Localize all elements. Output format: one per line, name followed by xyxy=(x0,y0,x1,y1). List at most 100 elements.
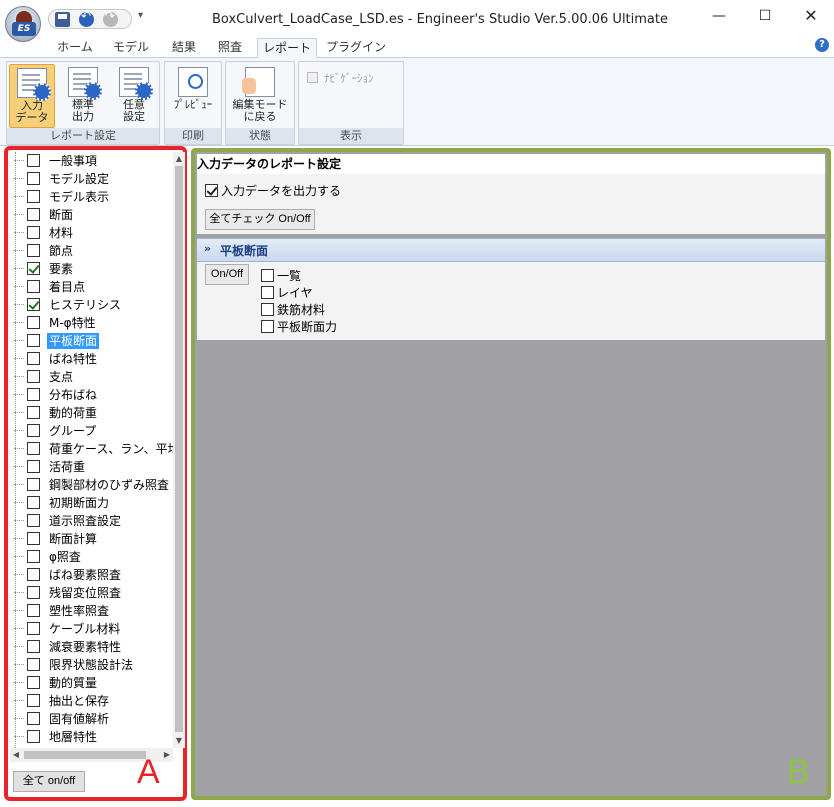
tree-item[interactable]: 分布ばね xyxy=(10,386,173,404)
tree-item-checkbox[interactable] xyxy=(27,208,40,221)
tree-item[interactable]: 残留変位照査 xyxy=(10,584,173,602)
collapse-chevron-icon[interactable]: » xyxy=(204,242,211,255)
scroll-right-icon[interactable]: ▶ xyxy=(161,748,173,762)
tree-item-label[interactable]: 固有値解析 xyxy=(47,711,111,727)
tree-item-checkbox[interactable] xyxy=(27,460,40,473)
tree-item[interactable]: 動的質量 xyxy=(10,674,173,692)
option-plate-force-box[interactable] xyxy=(261,320,274,333)
tree-item[interactable]: 初期断面力 xyxy=(10,494,173,512)
tree-item-label[interactable]: グループ xyxy=(47,423,98,439)
option-list-checkbox[interactable]: 一覧 xyxy=(261,268,301,284)
tree-item-label[interactable]: 平板断面 xyxy=(47,333,100,349)
tree-item[interactable]: 抽出と保存 xyxy=(10,692,173,710)
tree-item[interactable]: ヒステリシス xyxy=(10,296,173,314)
scroll-down-icon[interactable]: ▼ xyxy=(173,734,185,748)
maximize-button[interactable]: ☐ xyxy=(742,4,788,30)
tree-vertical-scrollbar[interactable]: ▲ ▼ xyxy=(173,152,185,748)
tree-item[interactable]: 断面計算 xyxy=(10,530,173,548)
option-rebar-material-checkbox[interactable]: 鉄筋材料 xyxy=(261,302,325,318)
tab-model[interactable]: モデル xyxy=(106,38,156,58)
help-icon[interactable]: ? xyxy=(815,38,829,52)
tree-item[interactable]: 地層特性 xyxy=(10,728,173,746)
tree-item-checkbox[interactable] xyxy=(27,676,40,689)
tree-item[interactable]: モデル表示 xyxy=(10,188,173,206)
tree-item-checkbox[interactable] xyxy=(27,424,40,437)
tab-home[interactable]: ホーム xyxy=(50,38,100,58)
horizontal-scroll-thumb[interactable] xyxy=(24,751,146,759)
tree-item-label[interactable]: φ照査 xyxy=(47,549,83,565)
tree-item[interactable]: グループ xyxy=(10,422,173,440)
tree-item-checkbox[interactable] xyxy=(27,514,40,527)
option-list-box[interactable] xyxy=(261,269,274,282)
standard-output-button[interactable]: 標準 出力 xyxy=(60,64,106,128)
tree-item[interactable]: 塑性率照査 xyxy=(10,602,173,620)
tree-item[interactable]: ばね要素照査 xyxy=(10,566,173,584)
redo-icon[interactable] xyxy=(103,9,118,27)
output-input-data-checkbox[interactable]: 入力データを出力する xyxy=(205,182,341,199)
tree-item-label[interactable]: 着目点 xyxy=(47,279,87,295)
tree-item-checkbox[interactable] xyxy=(27,280,40,293)
tree-item-checkbox[interactable] xyxy=(27,694,40,707)
tree-item-checkbox[interactable] xyxy=(27,190,40,203)
option-rebar-material-box[interactable] xyxy=(261,303,274,316)
tab-plugin[interactable]: プラグイン xyxy=(323,38,389,58)
tree-item-label[interactable]: 抽出と保存 xyxy=(47,693,111,709)
tree-item-label[interactable]: 分布ばね xyxy=(47,387,99,403)
tree-item-checkbox[interactable] xyxy=(27,730,40,743)
save-icon[interactable] xyxy=(55,12,70,27)
tree-item-checkbox[interactable] xyxy=(27,298,40,311)
input-data-button[interactable]: 入力 データ xyxy=(9,64,55,128)
tree-item[interactable]: ケーブル材料 xyxy=(10,620,173,638)
tree-item-checkbox[interactable] xyxy=(27,334,40,347)
all-check-toggle-button[interactable]: 全てチェック On/Off xyxy=(205,209,315,230)
tree-item[interactable]: 鋼製部材のひずみ照査 xyxy=(10,476,173,494)
app-logo-button[interactable]: ES xyxy=(5,6,41,42)
tree-item[interactable]: 荷重ケース、ラン、平均 xyxy=(10,440,173,458)
tree-item-label[interactable]: モデル表示 xyxy=(47,189,111,205)
tree-item-label[interactable]: 動的質量 xyxy=(47,675,99,691)
tree-item[interactable]: 限界状態設計法 xyxy=(10,656,173,674)
tree-item-checkbox[interactable] xyxy=(27,496,40,509)
all-on-off-button[interactable]: 全て on/off xyxy=(13,771,85,792)
scroll-left-icon[interactable]: ◀ xyxy=(10,748,22,762)
tree-item-label[interactable]: 鋼製部材のひずみ照査 xyxy=(47,477,171,493)
tree-item-label[interactable]: M-φ特性 xyxy=(47,315,98,331)
tree-item-label[interactable]: 支点 xyxy=(47,369,75,385)
tree-item-checkbox[interactable] xyxy=(27,622,40,635)
tree-item-label[interactable]: 地層特性 xyxy=(47,729,99,745)
tree-item-label[interactable]: 材料 xyxy=(47,225,75,241)
tab-results[interactable]: 結果 xyxy=(164,38,204,58)
tab-report[interactable]: レポート xyxy=(257,38,317,58)
tree-item-checkbox[interactable] xyxy=(27,154,40,167)
tree-item-checkbox[interactable] xyxy=(27,532,40,545)
section-on-off-button[interactable]: On/Off xyxy=(205,264,249,285)
tree-item[interactable]: 減衰要素特性 xyxy=(10,638,173,656)
edit-mode-button[interactable]: 編集モード に戻る xyxy=(230,64,290,128)
tree-item[interactable]: ばね特性 xyxy=(10,350,173,368)
tree-item-checkbox[interactable] xyxy=(27,316,40,329)
minimize-button[interactable]: — xyxy=(696,4,742,30)
tree-item[interactable]: φ照査 xyxy=(10,548,173,566)
tree-item[interactable]: M-φ特性 xyxy=(10,314,173,332)
tree-item-label[interactable]: 節点 xyxy=(47,243,75,259)
tree-item[interactable]: 平板断面 xyxy=(10,332,173,350)
undo-icon[interactable] xyxy=(79,9,94,27)
tree-item-label[interactable]: ケーブル材料 xyxy=(47,621,122,637)
scroll-up-icon[interactable]: ▲ xyxy=(173,152,185,166)
tree-item-label[interactable]: 荷重ケース、ラン、平均 xyxy=(47,441,173,457)
tree-item-label[interactable]: 限界状態設計法 xyxy=(47,657,135,673)
tab-check[interactable]: 照査 xyxy=(210,38,250,58)
tree-item-label[interactable]: 動的荷重 xyxy=(47,405,99,421)
tree-item-checkbox[interactable] xyxy=(27,604,40,617)
tree-item-label[interactable]: 塑性率照査 xyxy=(47,603,111,619)
tree-item[interactable]: 要素 xyxy=(10,260,173,278)
option-layer-box[interactable] xyxy=(261,286,274,299)
tree-item[interactable]: 材料 xyxy=(10,224,173,242)
tree-item-checkbox[interactable] xyxy=(27,586,40,599)
tree-item[interactable]: 一般事項 xyxy=(10,152,173,170)
tree-item-label[interactable]: ばね特性 xyxy=(47,351,99,367)
tree-item-label[interactable]: 減衰要素特性 xyxy=(47,639,123,655)
tree-item-label[interactable]: 断面 xyxy=(47,207,75,223)
navigation-checkbox[interactable]: ﾅﾋﾞｹﾞｰｼｮﾝ xyxy=(307,70,374,86)
tree-item-checkbox[interactable] xyxy=(27,352,40,365)
